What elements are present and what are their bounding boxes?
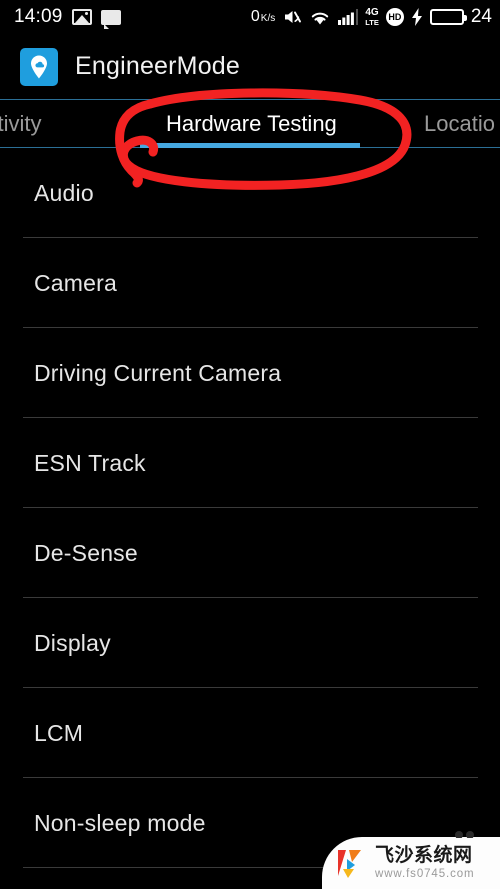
watermark-text: 飞沙系统网 www.fs0745.com <box>375 846 475 880</box>
list-item-label: ESN Track <box>34 449 146 476</box>
list-item-driving-current-camera[interactable]: Driving Current Camera <box>0 328 500 418</box>
signal-bars-icon <box>338 9 358 25</box>
page-title: EngineerMode <box>75 52 241 80</box>
network-speed-value: 0 <box>250 8 260 25</box>
network-speed-indicator: 0 K/s <box>251 8 275 26</box>
signal-label-bottom: LTE <box>365 17 379 27</box>
list-item-label: Camera <box>34 269 118 296</box>
list-item-de-sense[interactable]: De-Sense <box>0 508 500 598</box>
network-speed-unit-bottom: s <box>270 13 276 24</box>
site-watermark: 飞沙系统网 www.fs0745.com <box>322 831 500 889</box>
chat-icon <box>100 9 121 29</box>
list-item-label: Non-sleep mode <box>34 809 206 836</box>
signal-label-top: 4G <box>365 6 379 18</box>
status-bar-right: 0 K/s 4G LTE HD 24 <box>251 6 492 28</box>
tab-connectivity[interactable]: nectivity <box>0 111 41 137</box>
mute-icon <box>285 11 302 23</box>
status-bar-left: 14:09 <box>14 6 121 29</box>
list-item-label: De-Sense <box>34 539 138 566</box>
4g-lte-icon: 4G LTE <box>365 6 379 27</box>
watermark-site-name: 飞沙系统网 <box>375 845 473 866</box>
watermark-logo-icon <box>338 850 361 878</box>
wifi-icon <box>312 12 329 24</box>
hd-icon: HD <box>385 8 404 26</box>
list-item-label: Display <box>34 629 111 656</box>
image-icon <box>71 9 92 25</box>
list-item-audio[interactable]: Audio <box>0 148 500 238</box>
engineermode-app-icon <box>20 47 58 86</box>
battery-icon <box>429 9 467 25</box>
tab-hardware-testing[interactable]: Hardware Testing <box>166 111 337 137</box>
list-item-camera[interactable]: Camera <box>0 238 500 328</box>
list-item-display[interactable]: Display <box>0 598 500 688</box>
charging-bolt-icon <box>411 8 422 26</box>
list-item-label: Audio <box>34 179 94 206</box>
battery-percent: 24 <box>470 6 492 27</box>
phone-screen: 14:09 0 K/s 4G LTE HD 24 EngineerMode ti… <box>0 0 500 889</box>
status-bar: 14:09 0 K/s 4G LTE HD 24 <box>0 0 500 34</box>
list-item-label: Driving Current Camera <box>34 359 282 386</box>
status-time: 14:09 <box>14 6 63 27</box>
hd-label: HD <box>388 12 402 22</box>
list-item-label: LCM <box>34 719 84 746</box>
list-item-esn-track[interactable]: ESN Track <box>0 418 500 508</box>
watermark-blip-icon <box>455 831 474 838</box>
app-bar: EngineerMode <box>0 34 500 99</box>
watermark-url: www.fs0745.com <box>375 867 475 880</box>
tab-location[interactable]: Locatio <box>424 111 495 137</box>
hardware-testing-list[interactable]: Audio Camera Driving Current Camera ESN … <box>0 148 500 889</box>
list-item-lcm[interactable]: LCM <box>0 688 500 778</box>
network-speed-unit: K/s <box>261 14 275 24</box>
tab-bar: nectivity Hardware Testing Locatio <box>0 99 500 148</box>
